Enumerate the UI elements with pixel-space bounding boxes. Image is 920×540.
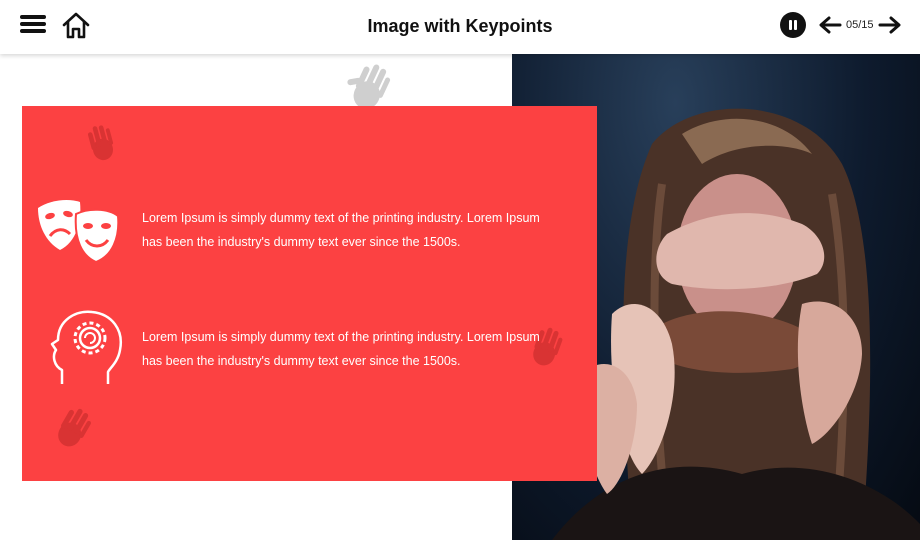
keypoints-card: Lorem Ipsum is simply dummy text of the …	[22, 106, 597, 481]
arrow-right-icon[interactable]	[878, 15, 902, 35]
theater-masks-icon	[38, 200, 120, 264]
hand-print-icon	[87, 125, 114, 161]
menu-icon[interactable]	[20, 12, 50, 40]
home-icon[interactable]	[60, 10, 92, 42]
keypoint-text: Lorem Ipsum is simply dummy text of the …	[142, 330, 540, 368]
top-bar: Image with Keypoints 05/15	[0, 0, 920, 54]
hand-print-icon	[58, 408, 91, 447]
keypoint-text: Lorem Ipsum is simply dummy text of the …	[142, 211, 540, 249]
head-gear-icon	[50, 310, 123, 384]
page-counter: 05/15	[846, 19, 874, 31]
arrow-left-icon[interactable]	[818, 15, 842, 35]
pause-icon[interactable]	[780, 12, 806, 38]
